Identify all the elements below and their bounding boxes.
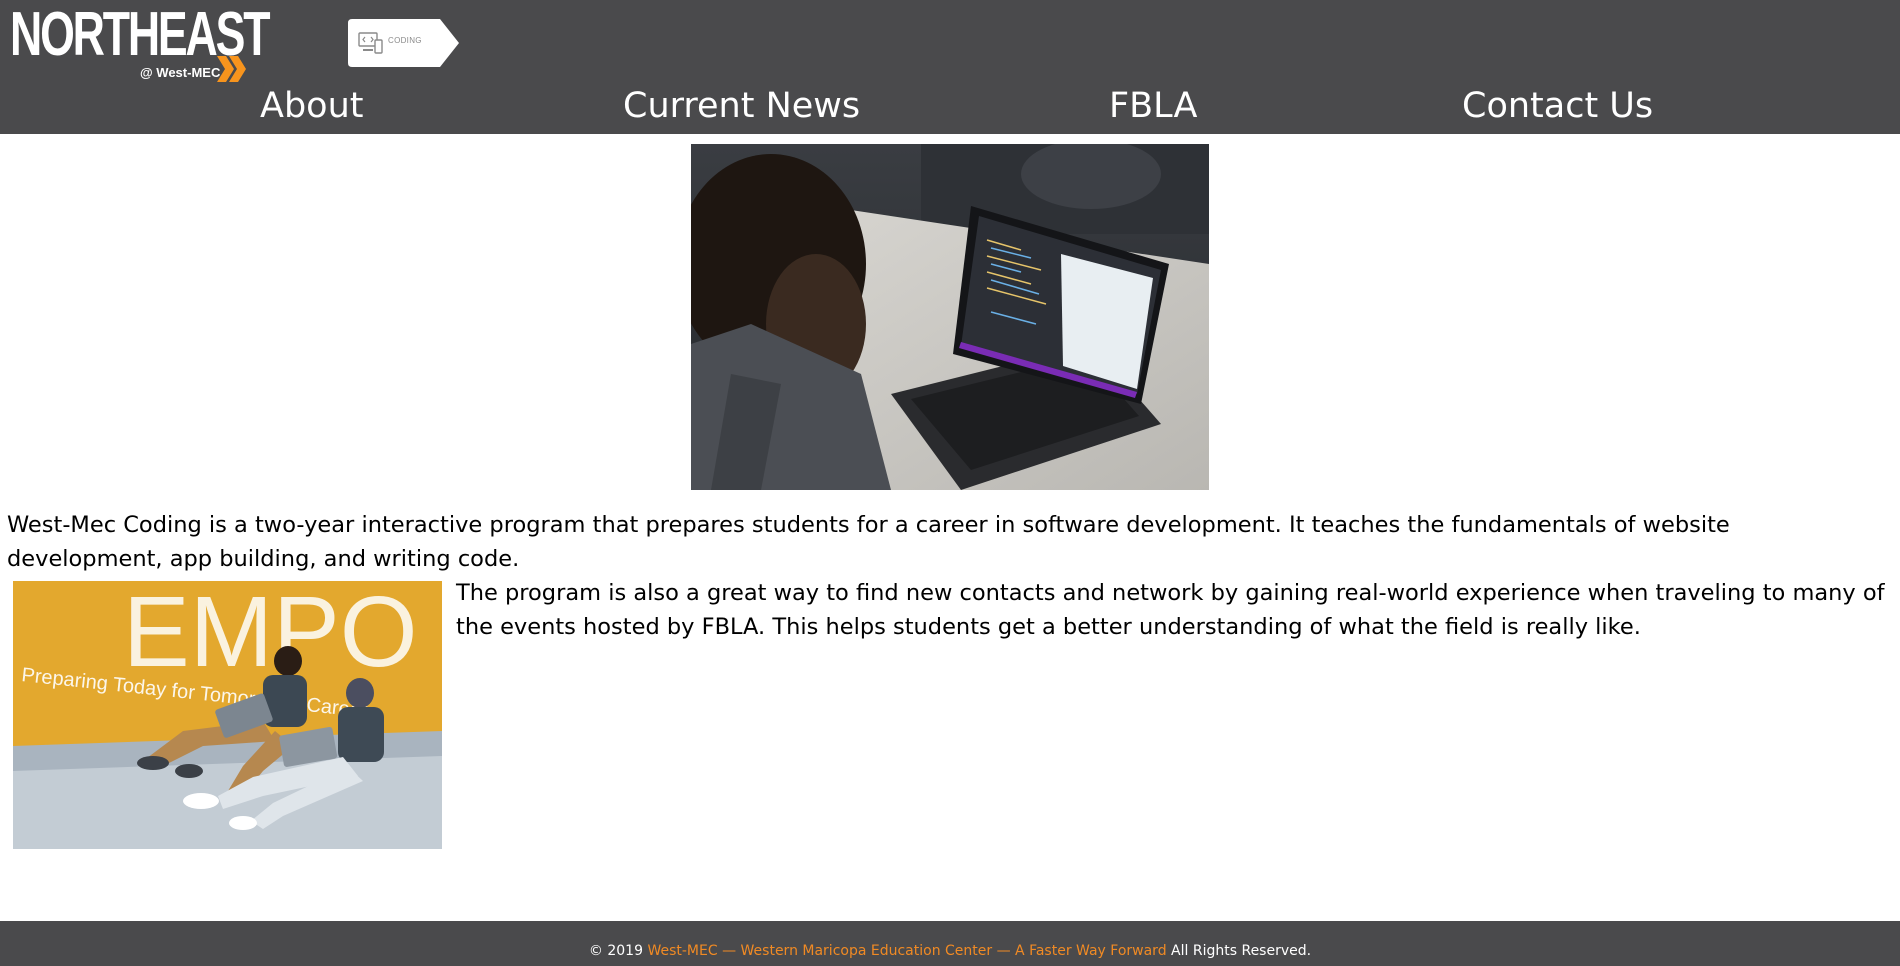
coding-tag-label: CODING	[388, 36, 422, 45]
footer-rights: All Rights Reserved.	[1171, 943, 1312, 959]
nav-contact-us[interactable]: Contact Us	[1462, 84, 1653, 128]
nav-fbla[interactable]: FBLA	[1109, 84, 1197, 128]
northeast-logo[interactable]: NORTHEAST @ West-MEC	[10, 4, 270, 84]
side-illustration: EMPO Preparing Today for Tomorrow's Care…	[13, 581, 442, 849]
devices-code-icon	[358, 32, 383, 54]
nav-current-news[interactable]: Current News	[623, 84, 860, 128]
coding-program-tag[interactable]: CODING	[348, 19, 460, 67]
wall-letters: EMPO	[123, 581, 417, 688]
site-footer: © 2019 West-MEC — Western Maricopa Educa…	[0, 921, 1900, 966]
side-image-students-floor: EMPO Preparing Today for Tomorrow's Care…	[13, 581, 442, 849]
site-header: NORTHEAST @ West-MEC CODING About Curren…	[0, 0, 1900, 134]
hero-image-student-laptop	[691, 144, 1209, 490]
program-paragraph: The program is also a great way to find …	[456, 580, 1885, 640]
logo-subtext: @ West-MEC	[140, 65, 221, 80]
double-chevron-icon	[217, 56, 246, 82]
footer-west-mec-link[interactable]: West-MEC — Western Maricopa Education Ce…	[647, 943, 1166, 959]
intro-paragraph: West-Mec Coding is a two-year interactiv…	[7, 512, 1730, 572]
hero-illustration	[691, 144, 1209, 490]
footer-copyright: © 2019	[588, 943, 643, 959]
footer-text: © 2019 West-MEC — Western Maricopa Educa…	[0, 941, 1900, 961]
nav-about[interactable]: About	[260, 84, 363, 128]
